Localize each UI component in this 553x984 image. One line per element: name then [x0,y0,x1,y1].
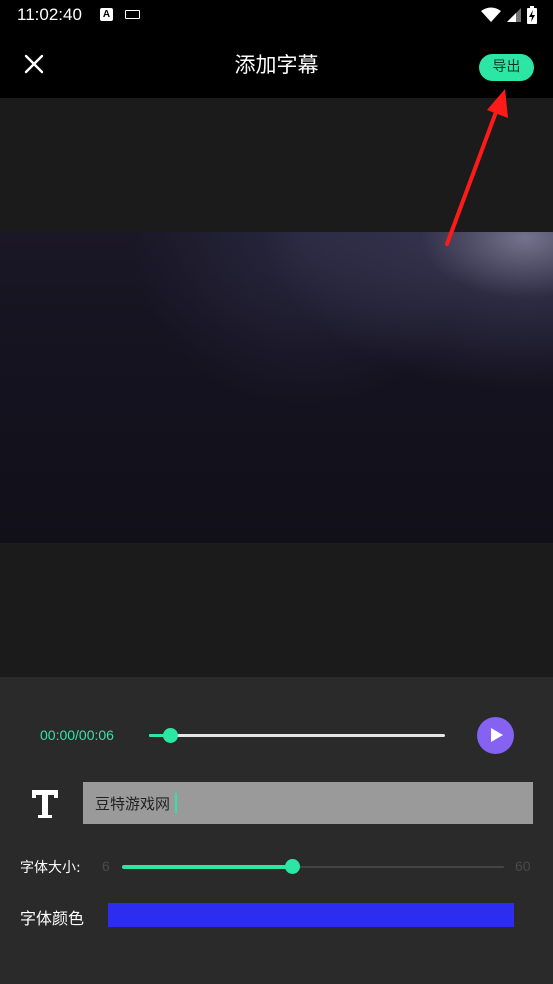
wifi-icon [481,7,501,22]
progress-thumb[interactable] [162,728,178,743]
playback-progress-slider[interactable] [149,728,445,743]
status-bar: 11:02:40 A [0,0,553,30]
font-size-fill [122,865,292,869]
font-color-swatch[interactable] [108,903,514,927]
system-icons [481,6,537,24]
font-color-label: 字体颜色 [20,909,85,928]
export-button[interactable]: 导出 [479,54,534,81]
time-readout: 00:00/00:06 [40,727,114,743]
a-icon: A [100,8,113,21]
font-size-label: 字体大小: [20,860,81,876]
page-title: 添加字幕 [234,53,319,77]
video-preview-area [0,98,553,677]
signal-icon [507,8,521,22]
subtitle-text-input[interactable] [83,782,533,824]
status-time: 11:02:40 [17,5,82,24]
font-size-slider[interactable] [122,859,504,874]
font-size-thumb[interactable] [284,859,300,874]
text-caret [175,793,177,813]
font-size-max-label: 60 [515,858,531,874]
text-icon [32,790,58,818]
battery-icon [527,6,537,24]
keyboard-icon [125,10,140,19]
app-header: 添加字幕 导出 [0,30,553,98]
font-size-min-label: 6 [102,858,110,874]
video-frame[interactable] [0,232,553,543]
editor-panel: 00:00/00:06 字体大小: 6 60 字体颜色 [0,677,553,984]
play-button[interactable] [477,717,514,754]
